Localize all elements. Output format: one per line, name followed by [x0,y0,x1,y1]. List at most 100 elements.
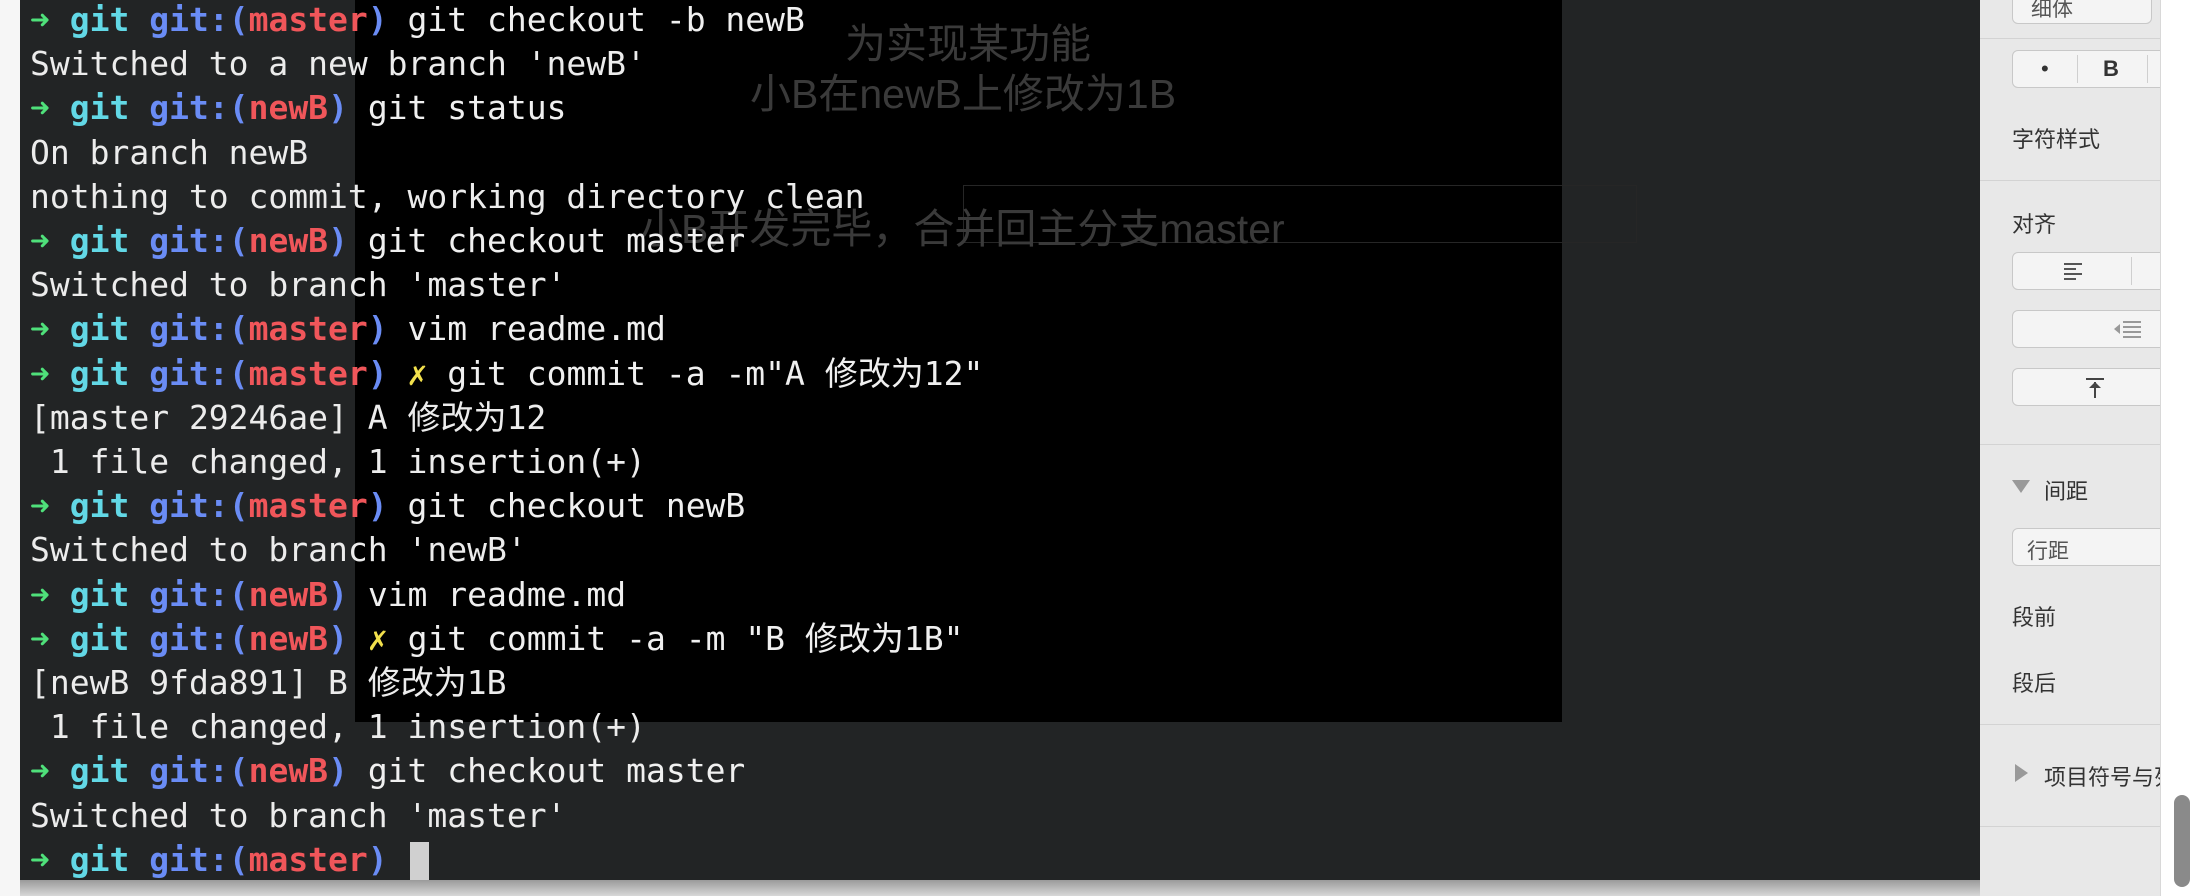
prompt-git-suffix: ) [367,839,388,879]
terminal-cursor[interactable] [409,842,429,880]
prompt-branch: newB [248,574,329,614]
prompt-arrow-icon: ➜ [30,839,50,879]
output-line: 1 file changed, 1 insertion(+) [30,705,646,749]
prompt-dir: git [69,221,130,260]
prompt-git-suffix: ) [367,486,388,526]
terminal-shadow [20,880,1980,896]
prompt-git-prefix: git:( [149,751,249,791]
prompt-line: ➜ git git:(master) [30,838,429,880]
line-spacing-select[interactable]: 行距 [2012,528,2161,566]
scrollbar-track[interactable] [2160,0,2202,896]
prompt-line: ➜ git git:(newB) vim readme.md [30,573,626,617]
char-style-label: 字符样式 [2012,127,2101,152]
prompt-line: ➜ git git:(newB) git checkout master [30,219,745,263]
align-label: 对齐 [2012,212,2057,237]
command-text: git status [367,88,567,128]
prompt-arrow-icon: ➜ [30,574,50,614]
output-text: 1 file changed, 1 insertion(+) [30,442,646,481]
prompt-branch: master [248,486,368,526]
font-weight-select[interactable]: 细体 [2012,0,2152,24]
line-spacing-value: 行距 [2027,540,2069,563]
bullets-label[interactable]: 项目符号与列表 [2044,760,2161,792]
output-line: On branch newB [30,131,308,175]
prompt-git-suffix: ) [328,618,348,658]
prompt-git-suffix: ) [367,0,388,39]
prompt-line: ➜ git git:(master) git checkout -b newB [30,0,805,42]
output-line: Switched to a new branch 'newB' [30,42,646,86]
bullets-disclosure-icon[interactable] [2015,764,2028,782]
output-line: [master 29246ae] A 修改为12 [30,396,546,440]
prompt-branch: newB [248,221,329,260]
output-text: nothing to commit, working directory cle… [30,176,865,216]
command-text: git checkout master [367,751,746,791]
prompt-git-suffix: ) [367,309,388,349]
output-text: [master 29246ae] A 修改为12 [30,397,547,437]
prompt-branch: master [248,0,368,39]
vertical-align-buttons[interactable] [2012,368,2161,406]
align-left-icon[interactable] [2063,262,2085,280]
prompt-git-suffix: ) [328,751,348,791]
prompt-branch: master [248,309,368,349]
output-line: 1 file changed, 1 insertion(+) [30,440,646,484]
prompt-line: ➜ git git:(master) git checkout newB [30,484,745,528]
command-text: vim readme.md [407,309,666,349]
output-text: On branch newB [30,132,309,172]
terminal-window[interactable]: 为实现某功能 小B在newB上修改为1B 小B开发完毕，合并回主分支master… [20,0,1980,880]
prompt-arrow-icon: ➜ [30,751,50,791]
scrollbar-thumb[interactable] [2174,795,2190,887]
spacing-label[interactable]: 间距 [2044,474,2088,506]
output-line: nothing to commit, working directory cle… [30,175,864,219]
prompt-git-prefix: git:( [149,309,249,349]
prompt-dir: git [69,839,130,879]
output-text: Switched to branch 'newB' [30,530,527,570]
prompt-git-prefix: git:( [149,88,249,128]
after-paragraph-label: 段后 [2012,671,2057,696]
output-text: Switched to a new branch 'newB' [30,44,646,84]
prompt-git-prefix: git:( [149,618,249,658]
command-text: git commit -a -m"A 修改为12" [447,353,984,393]
prompt-arrow-icon: ➜ [30,486,50,526]
prompt-git-suffix: ) [328,574,348,614]
align-buttons[interactable] [2012,252,2161,290]
prompt-branch: master [248,353,368,393]
prompt-dir: git [69,309,130,349]
command-text: git checkout newB [407,486,746,526]
prompt-arrow-icon: ➜ [30,0,50,39]
prompt-git-prefix: git:( [149,353,249,393]
align-top-icon[interactable] [2085,377,2105,399]
prompt-arrow-icon: ➜ [30,309,50,349]
output-text: Switched to branch 'master' [30,265,567,305]
prompt-git-suffix: ) [328,88,348,128]
prompt-branch: newB [248,751,329,791]
bullet-style-button[interactable]: • [2041,56,2049,82]
desktop: 细体 • B 字符样式 对齐 间距 行距 段前 段后 项目符号与 为实现某功能 … [0,0,2202,896]
char-style-buttons[interactable]: • B [2012,50,2161,88]
prompt-git-prefix: git:( [149,839,249,879]
prompt-arrow-icon: ➜ [30,88,50,128]
prompt-git-prefix: git:( [149,486,249,526]
spacing-disclosure-icon[interactable] [2012,480,2030,493]
indent-buttons[interactable] [2012,310,2161,348]
output-text: [newB 9fda891] B 修改为1B [30,663,507,702]
command-text: git commit -a -m "B 修改为1B" [407,618,964,658]
command-text: git checkout master [367,221,746,260]
prompt-line: ➜ git git:(newB) git checkout master [30,749,745,793]
prompt-git-prefix: git:( [149,221,249,260]
prompt-branch: master [248,839,368,879]
prompt-dir: git [69,88,130,128]
prompt-line: ➜ git git:(newB) git status [30,86,567,130]
doc-text-line-2: 小B在newB上修改为1B [750,71,1177,117]
output-line: Switched to branch 'newB' [30,528,527,572]
bold-button[interactable]: B [2103,56,2119,82]
prompt-dir: git [69,486,130,526]
output-line: Switched to branch 'master' [30,794,566,838]
prompt-line: ➜ git git:(master) ✗ git commit -a -m"A … [30,352,983,396]
prompt-branch: newB [248,88,329,128]
command-text: git checkout -b newB [407,0,805,39]
output-line: [newB 9fda891] B 修改为1B [30,661,507,705]
outdent-icon[interactable] [2113,320,2143,338]
prompt-git-prefix: git:( [149,0,249,39]
format-inspector-panel: 细体 • B 字符样式 对齐 间距 行距 段前 段后 项目符号与 [1978,0,2161,896]
prompt-git-prefix: git:( [149,574,249,614]
prompt-dir: git [69,618,130,658]
